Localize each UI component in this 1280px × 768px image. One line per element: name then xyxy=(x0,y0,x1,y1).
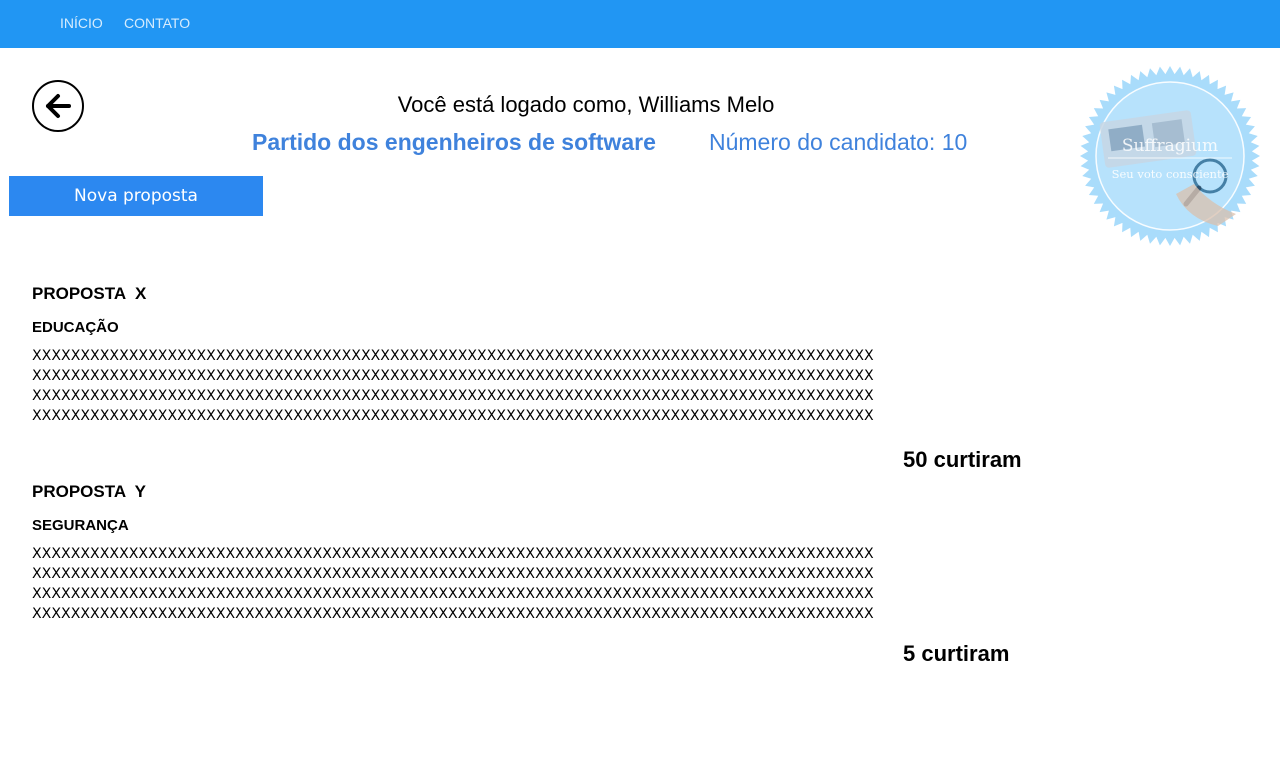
proposal-title: PROPOSTA X xyxy=(32,284,147,303)
new-proposal-button[interactable]: Nova proposta xyxy=(9,176,263,216)
nav-contact-link[interactable]: CONTATO xyxy=(124,15,190,31)
proposal-description: XXXXXXXXXXXXXXXXXXXXXXXXXXXXXXXXXXXXXXXX… xyxy=(32,544,1012,624)
candidate-number: Número do candidato: 10 xyxy=(709,129,968,155)
likes-count: 50 curtiram xyxy=(903,447,1022,472)
proposal-text-line: XXXXXXXXXXXXXXXXXXXXXXXXXXXXXXXXXXXXXXXX… xyxy=(32,606,874,622)
proposal-text-line: XXXXXXXXXXXXXXXXXXXXXXXXXXXXXXXXXXXXXXXX… xyxy=(32,566,874,582)
proposal-category: EDUCAÇÃO xyxy=(32,319,119,336)
party-name: Partido dos engenheiros de software xyxy=(252,129,656,155)
proposal-text-line: XXXXXXXXXXXXXXXXXXXXXXXXXXXXXXXXXXXXXXXX… xyxy=(32,368,874,384)
proposal-title: PROPOSTA Y xyxy=(32,482,146,501)
proposal-text-line: XXXXXXXXXXXXXXXXXXXXXXXXXXXXXXXXXXXXXXXX… xyxy=(32,586,874,602)
logged-user-text: Você está logado como, Williams Melo xyxy=(397,92,775,117)
proposal-description: XXXXXXXXXXXXXXXXXXXXXXXXXXXXXXXXXXXXXXXX… xyxy=(32,346,1012,426)
likes-count: 5 curtiram xyxy=(903,641,1010,666)
logo-tagline: Seu voto consciente xyxy=(1112,167,1229,181)
proposal-text-line: XXXXXXXXXXXXXXXXXXXXXXXXXXXXXXXXXXXXXXXX… xyxy=(32,348,874,364)
seal-icon: Suffragium Seu voto consciente xyxy=(1080,66,1260,246)
proposal-text-line: XXXXXXXXXXXXXXXXXXXXXXXXXXXXXXXXXXXXXXXX… xyxy=(32,546,874,562)
proposal-text-line: XXXXXXXXXXXXXXXXXXXXXXXXXXXXXXXXXXXXXXXX… xyxy=(32,388,874,404)
top-navbar: INÍCIO CONTATO xyxy=(0,0,1280,48)
app-logo: Suffragium Seu voto consciente xyxy=(1078,64,1262,248)
nav-home-link[interactable]: INÍCIO xyxy=(60,15,103,31)
logo-title: Suffragium xyxy=(1122,136,1218,156)
proposal-category: SEGURANÇA xyxy=(32,517,129,534)
proposal-text-line: XXXXXXXXXXXXXXXXXXXXXXXXXXXXXXXXXXXXXXXX… xyxy=(32,408,874,424)
